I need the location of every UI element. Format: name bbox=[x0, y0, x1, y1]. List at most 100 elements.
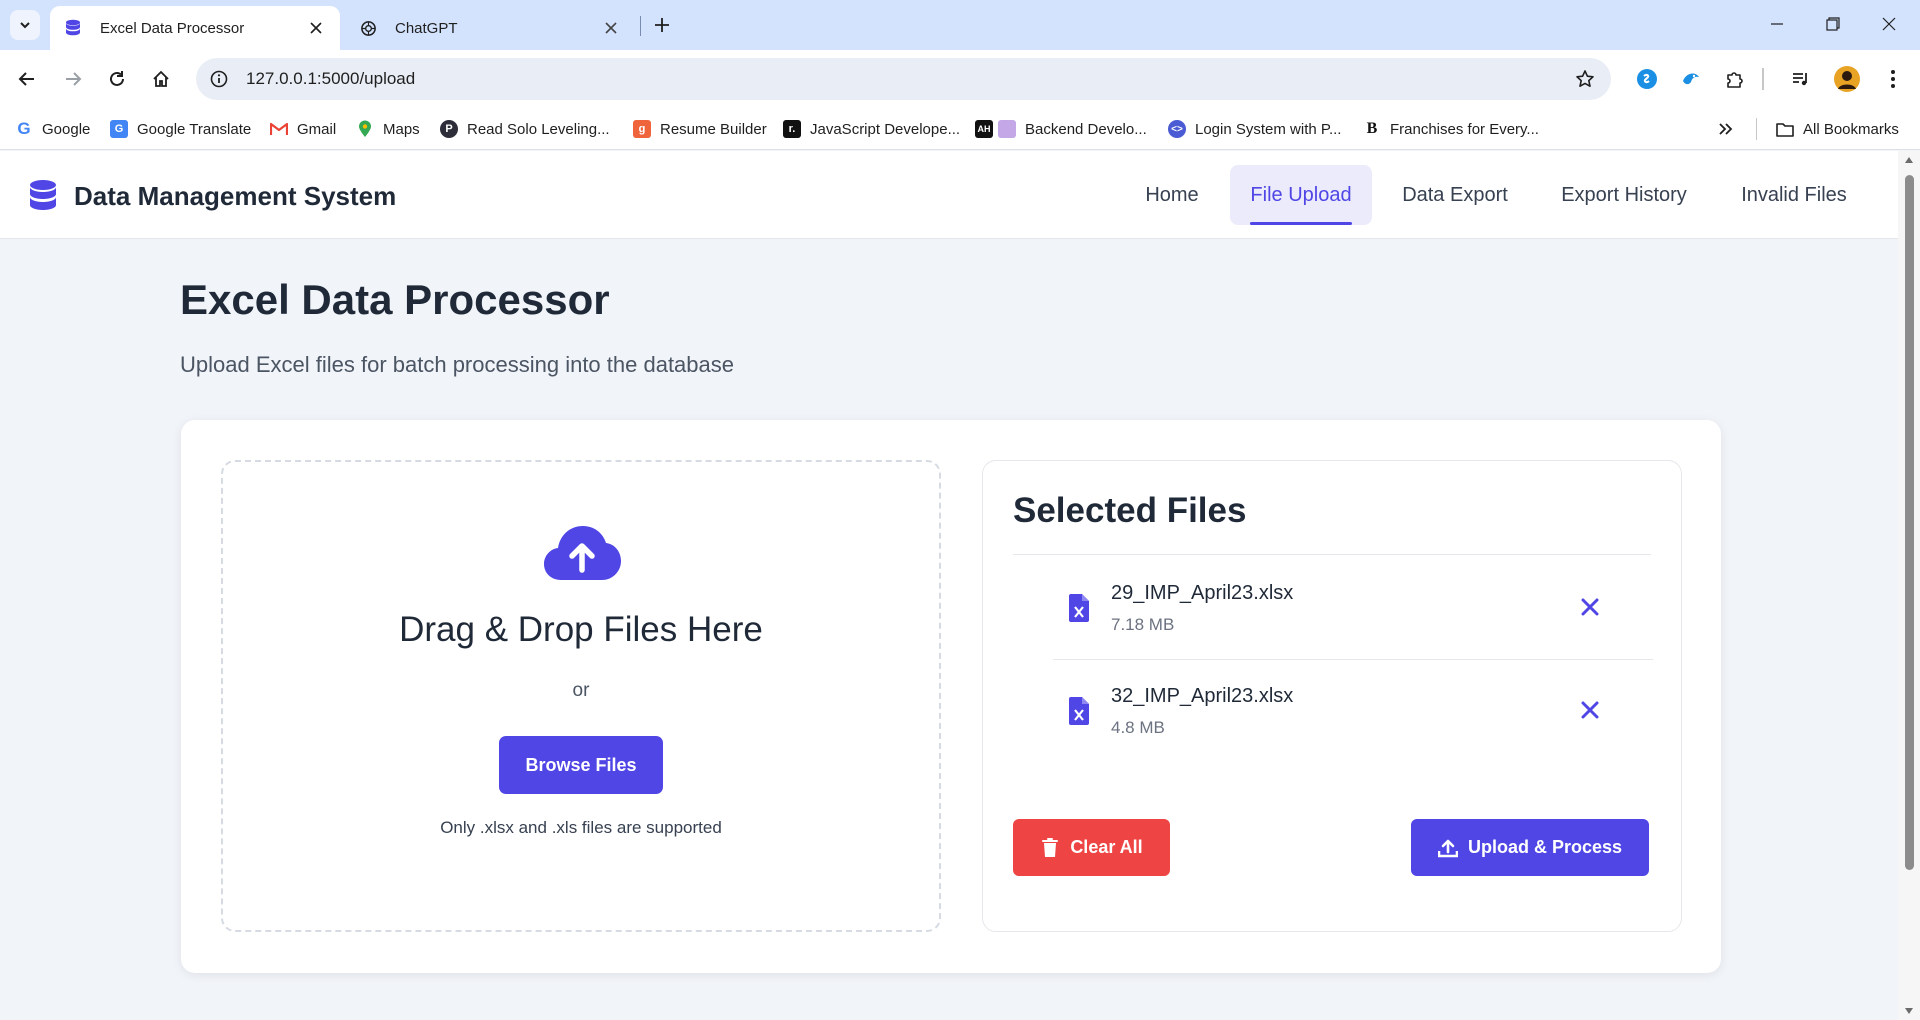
arrow-right-icon bbox=[66, 72, 82, 86]
tab-title: ChatGPT bbox=[395, 19, 458, 37]
bookmark-star-icon[interactable] bbox=[1573, 67, 1597, 91]
plus-icon bbox=[655, 18, 669, 32]
tab-search-button[interactable] bbox=[10, 10, 40, 40]
dropzone-title: Drag & Drop Files Here bbox=[399, 610, 763, 649]
bookmark-gmail[interactable]: Gmail bbox=[270, 116, 336, 142]
tab-title: Excel Data Processor bbox=[100, 19, 245, 37]
bookmark-label: Maps bbox=[383, 120, 420, 138]
nav-export-history[interactable]: Export History bbox=[1538, 165, 1710, 225]
browse-files-button[interactable]: Browse Files bbox=[499, 736, 663, 794]
bookmark-label: Google bbox=[42, 120, 91, 138]
bookmark-franchises[interactable]: B Franchises for Every... bbox=[1363, 116, 1539, 142]
home-button[interactable] bbox=[144, 62, 178, 96]
arrow-left-icon bbox=[18, 72, 34, 86]
chatgpt-icon bbox=[359, 19, 377, 37]
file-size: 4.8 MB bbox=[1111, 718, 1165, 737]
maps-icon bbox=[356, 120, 374, 138]
remove-file-button[interactable] bbox=[1577, 697, 1603, 723]
close-icon bbox=[1581, 598, 1599, 616]
bookmark-label: Login System with P... bbox=[1195, 120, 1342, 138]
close-tab-icon[interactable] bbox=[599, 16, 623, 40]
bookmark-login-system[interactable]: <> Login System with P... bbox=[1168, 116, 1341, 142]
bookmark-label: Google Translate bbox=[137, 120, 252, 138]
nav-label: Home bbox=[1145, 183, 1199, 206]
nav-label: Data Export bbox=[1402, 183, 1508, 206]
bookmark-maps[interactable]: Maps bbox=[356, 116, 420, 142]
browser-menu-icon[interactable] bbox=[1878, 64, 1908, 94]
resume-builder-icon: g bbox=[633, 120, 651, 138]
bookmark-resume-builder[interactable]: g Resume Builder bbox=[633, 116, 767, 142]
backend-icon: AH bbox=[975, 120, 993, 138]
tab-chatgpt[interactable]: ChatGPT bbox=[345, 6, 635, 50]
close-icon bbox=[1882, 17, 1896, 31]
tab-excel-data-processor[interactable]: Excel Data Processor bbox=[50, 6, 340, 50]
file-list-item: 29_IMP_April23.xlsx 7.18 MB bbox=[1053, 558, 1653, 660]
extensions-puzzle-icon[interactable] bbox=[1720, 64, 1750, 94]
bookmarks-divider bbox=[1756, 118, 1757, 140]
excel-file-icon bbox=[1069, 594, 1089, 622]
home-icon bbox=[153, 70, 169, 87]
remove-file-button[interactable] bbox=[1577, 594, 1603, 620]
media-control-icon[interactable] bbox=[1786, 64, 1816, 94]
restore-button[interactable] bbox=[1810, 6, 1856, 42]
scroll-thumb[interactable] bbox=[1905, 175, 1914, 870]
minimize-button[interactable] bbox=[1754, 6, 1800, 42]
close-tab-icon[interactable] bbox=[304, 16, 328, 40]
upload-icon bbox=[1437, 838, 1458, 858]
dropzone-or: or bbox=[572, 680, 590, 701]
new-tab-button[interactable] bbox=[648, 11, 676, 39]
back-button[interactable] bbox=[10, 62, 44, 96]
folder-icon bbox=[1776, 120, 1794, 138]
nav-label: Invalid Files bbox=[1741, 183, 1847, 206]
clear-all-label: Clear All bbox=[1070, 837, 1143, 857]
site-info-icon[interactable] bbox=[206, 66, 232, 92]
bird-extension-icon[interactable] bbox=[1676, 64, 1706, 94]
b-logo-icon: B bbox=[1366, 120, 1378, 137]
person-icon bbox=[998, 120, 1016, 138]
page-content: Data Management System Home File Upload … bbox=[0, 151, 1898, 1020]
bookmark-google-translate[interactable]: G Google Translate bbox=[110, 116, 251, 142]
all-bookmarks-button[interactable]: All Bookmarks bbox=[1776, 116, 1899, 142]
reload-button[interactable] bbox=[100, 62, 134, 96]
more-bookmarks-button[interactable] bbox=[1718, 116, 1734, 142]
bookmark-read-solo-leveling[interactable]: P Read Solo Leveling... bbox=[440, 116, 610, 142]
trash-icon bbox=[1040, 837, 1060, 858]
url-text: 127.0.0.1:5000/upload bbox=[246, 69, 416, 88]
bookmark-google[interactable]: G Google bbox=[15, 116, 90, 142]
forward-button[interactable] bbox=[56, 62, 90, 96]
nav-invalid-files[interactable]: Invalid Files bbox=[1724, 165, 1864, 225]
brand[interactable]: Data Management System bbox=[28, 179, 396, 213]
nav-data-export[interactable]: Data Export bbox=[1384, 165, 1526, 225]
minimize-icon bbox=[1771, 23, 1783, 25]
bookmark-label: JavaScript Develope... bbox=[810, 120, 961, 138]
upload-process-button[interactable]: Upload & Process bbox=[1411, 819, 1649, 876]
selected-files-panel: Selected Files 29_IMP_April23.xlsx 7.18 … bbox=[982, 460, 1682, 932]
scroll-down-arrow[interactable] bbox=[1903, 1006, 1915, 1016]
clear-all-button[interactable]: Clear All bbox=[1013, 819, 1170, 876]
active-indicator bbox=[1250, 222, 1352, 225]
bookmark-backend-developer[interactable]: AH Backend Develo... bbox=[975, 116, 1147, 142]
shazam-extension-icon[interactable] bbox=[1632, 64, 1662, 94]
google-translate-icon: G bbox=[110, 120, 128, 138]
nav-label: Export History bbox=[1561, 183, 1687, 206]
bookmark-label: Resume Builder bbox=[660, 120, 767, 138]
bookmark-label: Gmail bbox=[297, 120, 337, 138]
page-scrollbar[interactable] bbox=[1898, 151, 1920, 1020]
chevron-down-icon bbox=[20, 22, 30, 29]
close-window-button[interactable] bbox=[1866, 6, 1912, 42]
page-subtitle: Upload Excel files for batch processing … bbox=[180, 352, 734, 377]
upload-card: Drag & Drop Files Here or Browse Files O… bbox=[181, 420, 1721, 973]
dropzone[interactable]: Drag & Drop Files Here or Browse Files O… bbox=[221, 460, 941, 932]
bookmark-label: Read Solo Leveling... bbox=[467, 120, 610, 138]
divider bbox=[1013, 554, 1651, 555]
all-bookmarks-label: All Bookmarks bbox=[1803, 120, 1899, 138]
address-bar[interactable]: 127.0.0.1:5000/upload bbox=[196, 58, 1611, 100]
bookmark-javascript-developer[interactable]: r. JavaScript Develope... bbox=[783, 116, 960, 142]
close-icon bbox=[1581, 701, 1599, 719]
nav-label: File Upload bbox=[1250, 183, 1352, 206]
nav-file-upload[interactable]: File Upload bbox=[1230, 165, 1372, 225]
profile-avatar[interactable] bbox=[1832, 64, 1862, 94]
nav-home[interactable]: Home bbox=[1126, 165, 1218, 225]
scroll-up-arrow[interactable] bbox=[1903, 155, 1915, 165]
restore-icon bbox=[1826, 17, 1840, 31]
